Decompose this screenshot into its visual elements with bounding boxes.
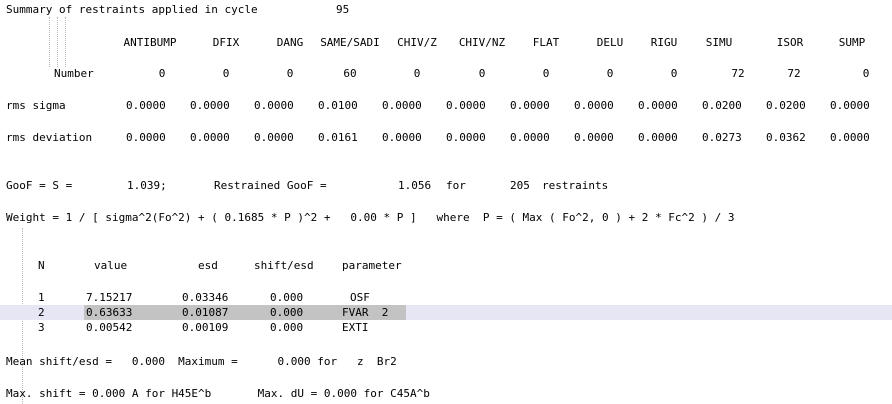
param-name: OSF: [350, 291, 370, 304]
param-esd: 0.00109: [182, 321, 229, 334]
rms-deviation-cell: 0.0000: [510, 131, 550, 144]
rms-deviation-cell: 0.0161: [318, 131, 358, 144]
goof-label: GooF = S =: [6, 179, 73, 192]
restraints-word: restraints: [542, 179, 609, 192]
rms-deviation-cell: 0.0000: [190, 131, 230, 144]
weight-formula: Weight = 1 / [ sigma^2(Fo^2) + ( 0.1685 …: [6, 211, 735, 224]
tree-guide-3: [65, 17, 66, 67]
rms-sigma-cell: 0.0000: [254, 99, 294, 112]
rms-sigma-cell: 0.0000: [638, 99, 678, 112]
rms-deviation-cell: 0.0000: [382, 131, 422, 144]
rms-sigma-cell: 0.0000: [382, 99, 422, 112]
tree-guide-1: [49, 17, 50, 67]
max-shift-line: Max. shift = 0.000 A for H45E^b Max. dU …: [6, 387, 430, 400]
restrained-goof-label: Restrained GooF =: [214, 179, 327, 192]
rms-sigma-cell: 0.0000: [830, 99, 870, 112]
rms-sigma-cell: 0.0200: [766, 99, 806, 112]
rms-sigma-cell: 0.0000: [574, 99, 614, 112]
param-name: EXTI: [342, 321, 369, 334]
rms-sigma-cell: 0.0000: [126, 99, 166, 112]
param-n: 2: [38, 306, 45, 319]
rms-deviation-cell: 0.0000: [254, 131, 294, 144]
rms-deviation-cell: 0.0273: [702, 131, 742, 144]
param-esd: 0.01087: [182, 306, 229, 319]
param-header-parameter: parameter: [342, 259, 402, 272]
restrained-goof-value: 1.056: [398, 179, 432, 192]
rms-sigma-cell: 0.0000: [510, 99, 550, 112]
goof-for: for: [446, 179, 466, 192]
param-header-shift: shift/esd: [254, 259, 314, 272]
rms-deviation-cell: 0.0362: [766, 131, 806, 144]
param-value: 0.00542: [86, 321, 133, 334]
summary-cycle: 95: [336, 3, 350, 16]
tree-guide-2: [57, 17, 58, 67]
restraint-header: ANTIBUMP: [123, 36, 177, 49]
rms-sigma-cell: 0.0000: [446, 99, 486, 112]
rms-deviation-cell: 0.0000: [830, 131, 870, 144]
rms-deviation-cell: 0.0000: [446, 131, 486, 144]
param-esd: 0.03346: [182, 291, 229, 304]
param-shift: 0.000: [270, 306, 304, 319]
rms-deviation-label: rms deviation: [6, 131, 93, 144]
rms-sigma-label: rms sigma: [6, 99, 66, 112]
number-label: Number: [54, 67, 94, 80]
param-header-n: N: [38, 259, 45, 272]
param-shift: 0.000: [270, 321, 304, 334]
param-n: 3: [38, 321, 45, 334]
param-name: FVAR 2: [342, 306, 389, 319]
restraint-header: SUMP: [838, 36, 866, 49]
param-header-esd: esd: [198, 259, 218, 272]
rms-deviation-cell: 0.0000: [126, 131, 166, 144]
rms-sigma-cell: 0.0000: [190, 99, 230, 112]
rms-sigma-cell: 0.0200: [702, 99, 742, 112]
param-header-value: value: [94, 259, 128, 272]
param-shift: 0.000: [270, 291, 304, 304]
rms-sigma-cell: 0.0100: [318, 99, 358, 112]
rms-deviation-cell: 0.0000: [638, 131, 678, 144]
summary-title: Summary of restraints applied in cycle: [6, 3, 258, 16]
mean-shift-line: Mean shift/esd = 0.000 Maximum = 0.000 f…: [6, 355, 397, 368]
goof-value: 1.039;: [127, 179, 167, 192]
param-value: 7.15217: [86, 291, 133, 304]
param-value: 0.63633: [86, 306, 133, 319]
number-cell: 72: [787, 67, 801, 80]
param-n: 1: [38, 291, 45, 304]
rms-deviation-cell: 0.0000: [574, 131, 614, 144]
restraint-count: 205: [510, 179, 530, 192]
number-cell: 0: [862, 67, 870, 80]
restraint-header: SIMU: [705, 36, 733, 49]
